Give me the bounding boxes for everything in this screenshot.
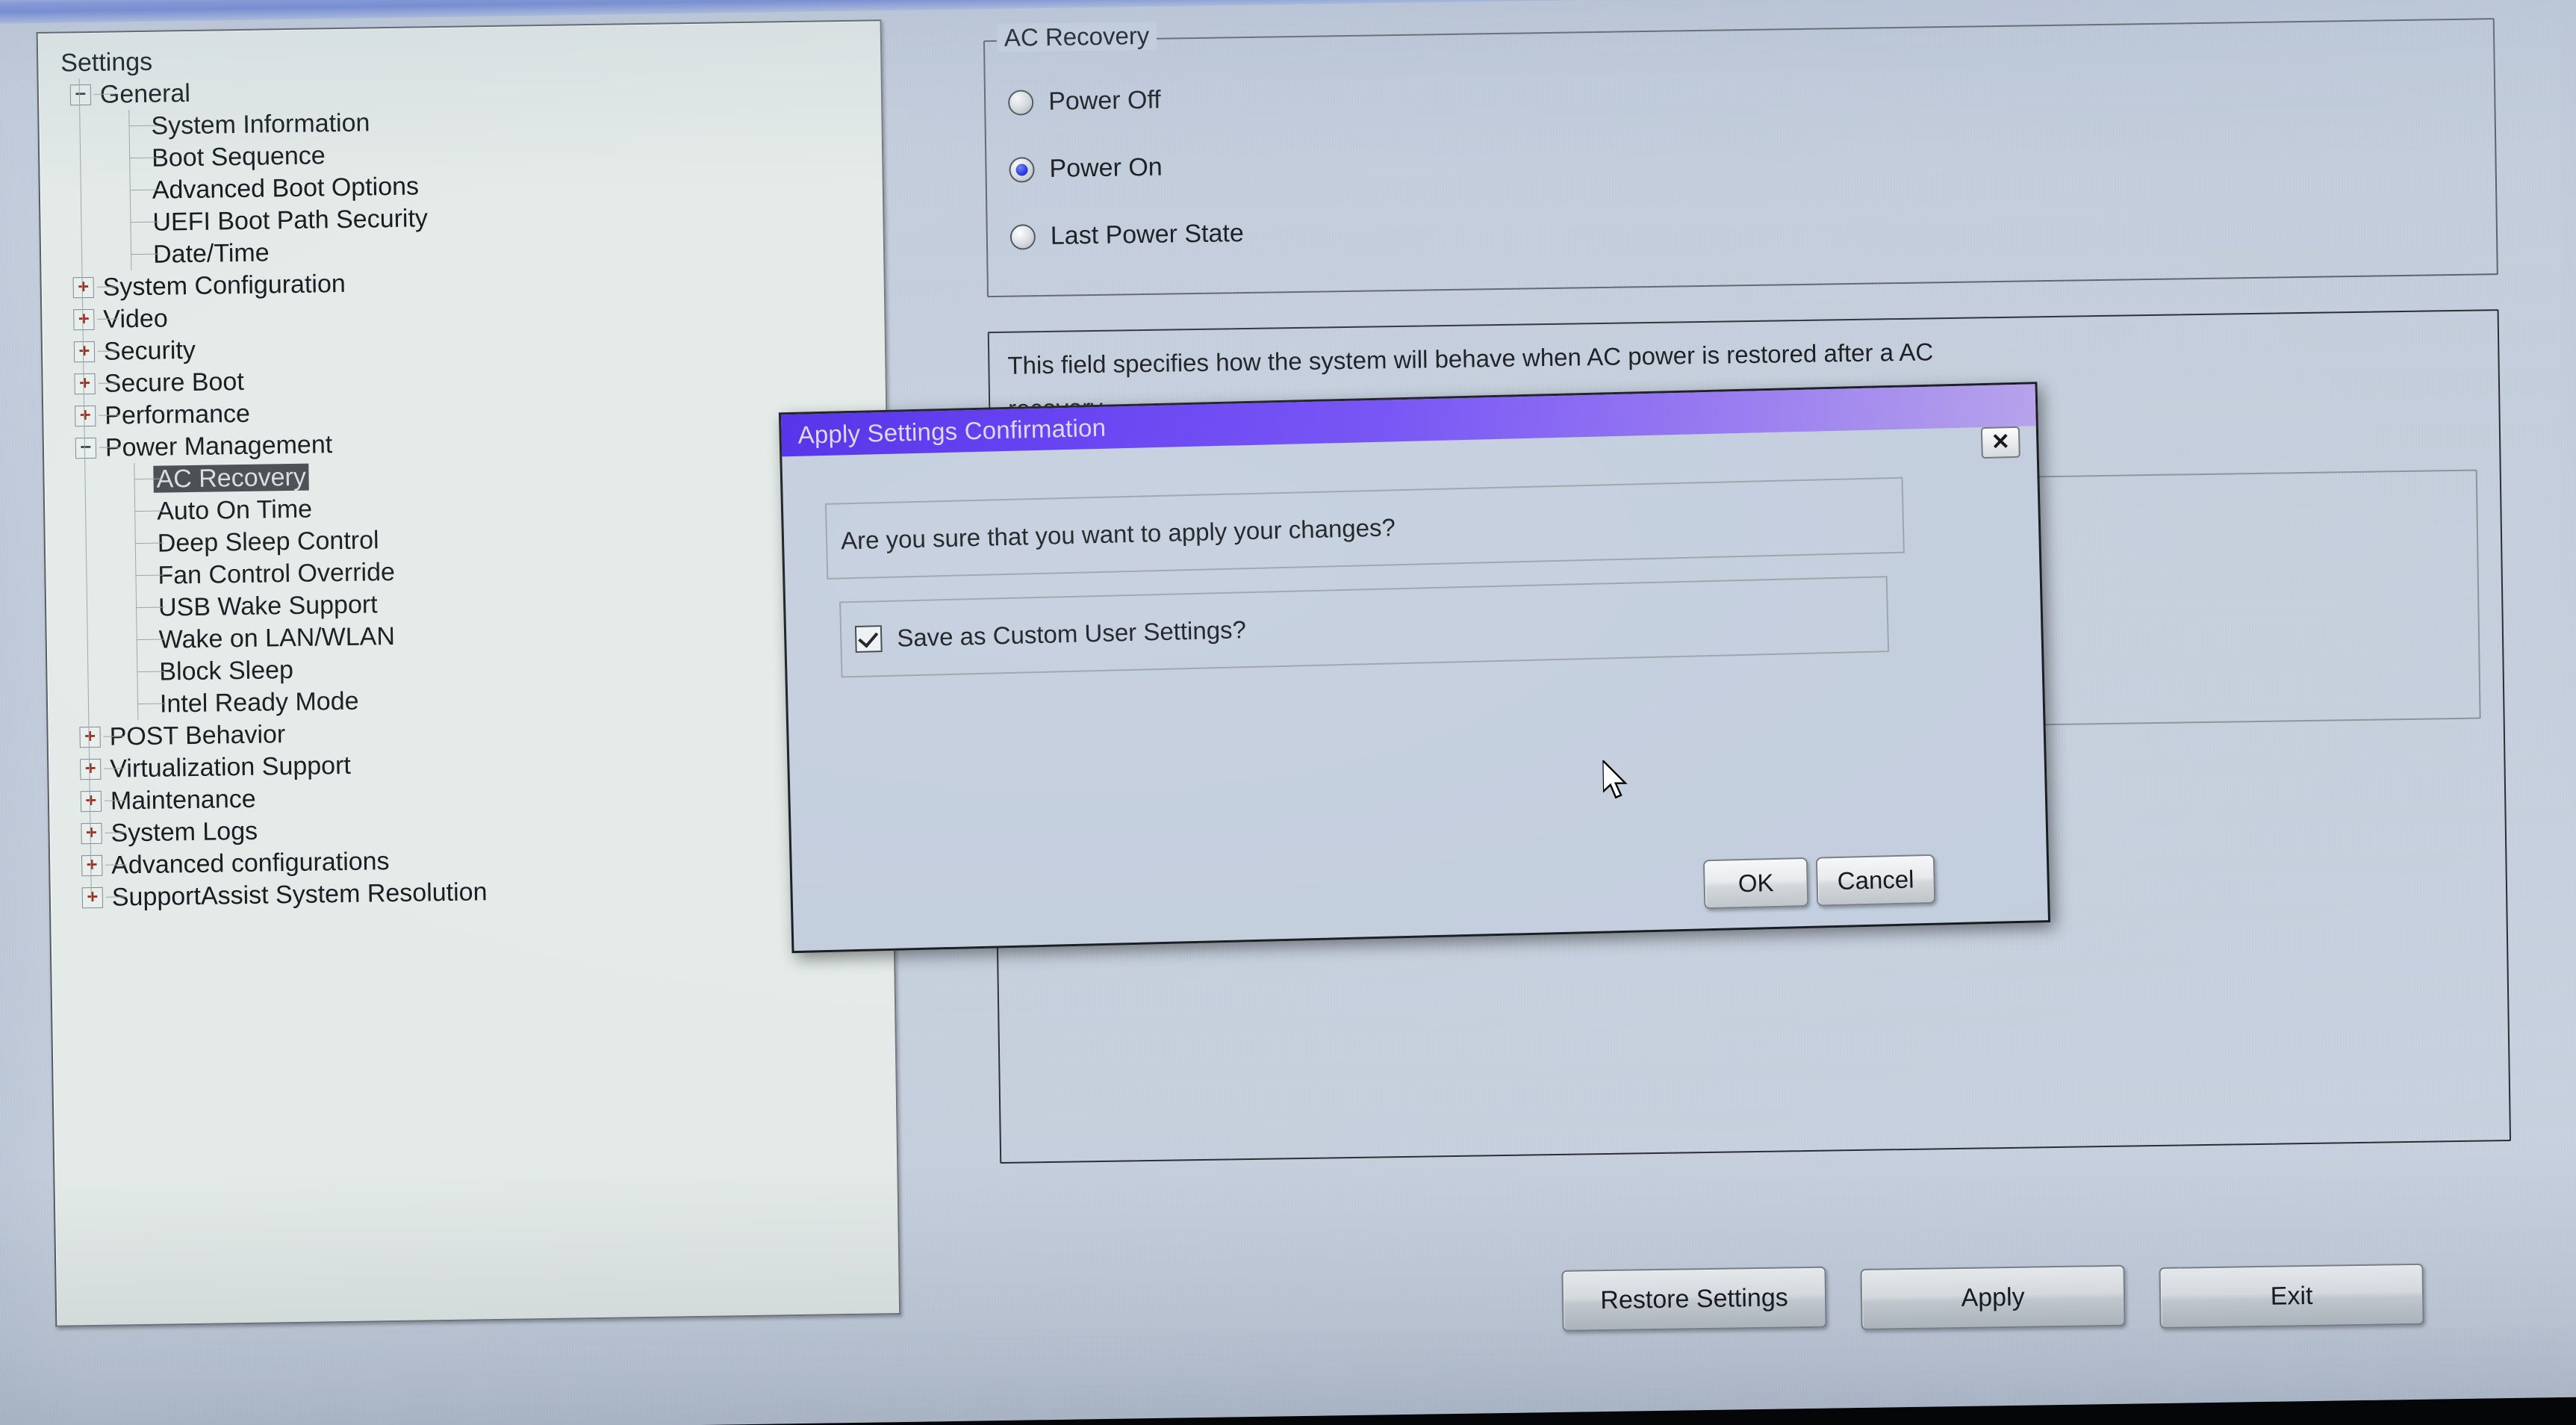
expand-icon[interactable]: + (73, 339, 96, 362)
tree-connector (87, 624, 89, 657)
dialog-message-box: Are you sure that you want to apply your… (824, 476, 1905, 580)
dialog-message-text: Are you sure that you want to apply your… (840, 513, 1396, 555)
tree-connector (79, 143, 81, 176)
sidebar-item-label: Auto On Time (156, 494, 313, 526)
sidebar-item-label: Wake on LAN/WLAN (158, 621, 396, 654)
ac-recovery-group-title: AC Recovery (996, 21, 1157, 52)
bios-setup-window: Settings − General System Information Boot S… (1, 0, 2563, 1387)
collapse-icon[interactable]: − (69, 83, 92, 105)
restore-settings-button[interactable]: Restore Settings (1561, 1266, 1827, 1332)
sidebar-item-label: Boot Sequence (151, 140, 326, 173)
sidebar-item-label: UEFI Boot Path Security (152, 203, 429, 237)
tree-connector (86, 592, 88, 625)
photographed-screen: ✕ Settings−GeneralSystem InformationBoot… (0, 0, 2576, 1425)
radio-label-power-on: Power On (1049, 152, 1163, 183)
sidebar-item-label: Date/Time (152, 238, 270, 269)
tree-connector (90, 881, 92, 898)
action-button-bar: Restore Settings Apply Exit (956, 1243, 2526, 1356)
sidebar-item-label: Deep Sleep Control (157, 525, 379, 558)
tree-connector (80, 175, 82, 208)
tree-connector (81, 207, 82, 240)
expand-icon[interactable]: + (81, 853, 103, 876)
expand-icon[interactable]: + (81, 885, 104, 908)
sidebar-item-label: SupportAssist System Resolution (111, 877, 488, 912)
apply-button[interactable]: Apply (1860, 1264, 2126, 1330)
collapse-icon[interactable]: − (75, 435, 97, 459)
tree-connector (87, 656, 89, 689)
sidebar-item-label: Intel Ready Mode (159, 686, 359, 718)
tree-connector (87, 689, 90, 721)
save-custom-settings-row[interactable]: Save as Custom User Settings? (839, 576, 1890, 678)
sidebar-item-label: System Information (151, 108, 370, 140)
sidebar-item-label: Block Sleep (159, 655, 294, 686)
expand-icon[interactable]: + (81, 821, 102, 844)
expand-icon[interactable]: + (72, 275, 94, 298)
tree-connector (85, 528, 87, 561)
dialog-ok-button[interactable]: OK (1702, 857, 1809, 910)
sidebar-item-label: Settings (60, 47, 153, 78)
sidebar-item-label: System Configuration (102, 269, 346, 302)
sidebar-item-label: Fan Control Override (158, 557, 396, 590)
save-custom-settings-label: Save as Custom User Settings? (896, 615, 1247, 652)
expand-icon[interactable]: + (74, 371, 96, 394)
tree-connector (84, 464, 86, 497)
expand-icon[interactable]: + (80, 757, 102, 780)
dialog-title-text: Apply Settings Confirmation (797, 413, 1107, 449)
dialog-close-icon[interactable]: ✕ (1980, 426, 2020, 459)
tree-connector (86, 560, 87, 593)
radio-option-power-off[interactable]: Power Off (1007, 85, 1161, 117)
settings-tree-panel[interactable]: Settings − General System Information Boot S… (36, 19, 901, 1327)
sidebar-item-label: Maintenance (110, 784, 256, 816)
tree-connector (84, 496, 87, 529)
radio-label-power-off: Power Off (1048, 85, 1161, 116)
expand-icon[interactable]: + (73, 307, 95, 330)
sidebar-item-label: Advanced Boot Options (152, 171, 420, 205)
ac-recovery-groupbox: AC Recovery Power Off Power On Last Powe… (983, 18, 2498, 298)
sidebar-item-label: Secure Boot (104, 367, 245, 398)
radio-icon-power-on[interactable] (1009, 156, 1035, 183)
settings-tree: Settings − General System Information Boot S… (38, 21, 893, 914)
radio-label-last-power-state: Last Power State (1050, 219, 1245, 250)
save-custom-settings-checkbox[interactable] (854, 625, 883, 653)
radio-option-last-power-state[interactable]: Last Power State (1009, 219, 1245, 252)
sidebar-item-label: Performance (104, 399, 251, 430)
expand-icon[interactable]: + (80, 789, 102, 812)
sidebar-item-label: AC Recovery (153, 462, 310, 493)
exit-button[interactable]: Exit (2159, 1263, 2424, 1329)
tree-connector (79, 111, 81, 143)
sidebar-item-label: System Logs (111, 816, 258, 848)
monitor-surface: ✕ Settings−GeneralSystem InformationBoot… (0, 0, 2576, 1425)
expand-icon[interactable]: + (75, 403, 96, 426)
sidebar-item-label: Advanced configurations (111, 846, 390, 880)
radio-option-power-on[interactable]: Power On (1009, 153, 1163, 184)
tree-connector (81, 239, 83, 272)
sidebar-item-label: POST Behavior (109, 719, 286, 751)
dialog-cancel-button[interactable]: Cancel (1815, 854, 1936, 907)
radio-icon-power-off[interactable] (1007, 89, 1034, 116)
expand-icon[interactable]: + (79, 724, 101, 748)
sidebar-item-label: Virtualization Support (109, 751, 352, 783)
radio-icon-last-power-state[interactable] (1009, 223, 1036, 250)
sidebar-item-label: Power Management (105, 429, 333, 462)
apply-settings-confirmation-dialog: Apply Settings Confirmation ✕ Are you su… (778, 382, 2051, 954)
sidebar-item-label: USB Wake Support (158, 589, 378, 622)
